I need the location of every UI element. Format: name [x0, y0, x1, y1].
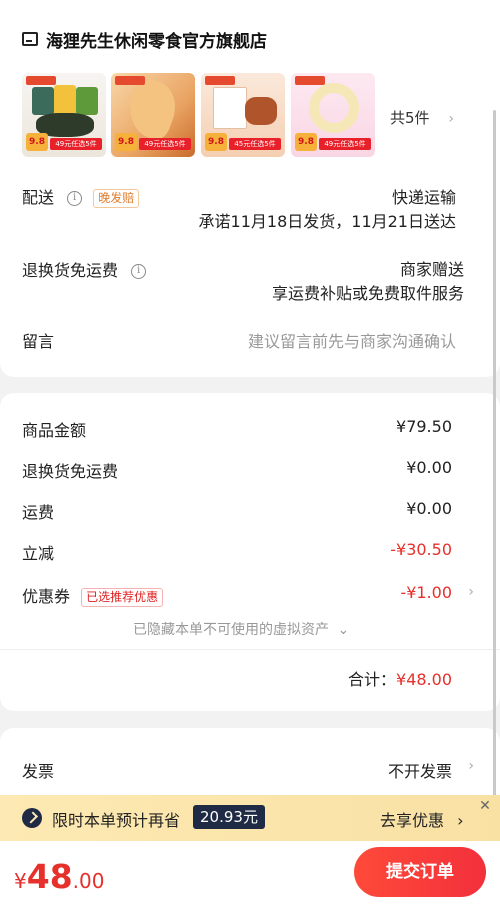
product-thumbnail[interactable]: 9.8 49元任选5件 — [22, 73, 106, 157]
shipping-label: 运费 — [22, 503, 55, 522]
submit-order-button[interactable]: 提交订单 — [354, 847, 486, 897]
goods-amount-value: ¥79.50 — [396, 417, 452, 436]
checkout-bar: ¥48.00 提交订单 — [0, 841, 500, 920]
price-badge: 9.8 — [205, 133, 227, 151]
coupon-value[interactable]: -¥1.00 — [400, 583, 452, 602]
product-count-link[interactable]: 共5件 › — [390, 107, 454, 128]
close-icon[interactable]: ✕ — [476, 797, 494, 815]
claim-offer-link[interactable]: 去享优惠 › — [380, 807, 464, 831]
delivery-row: 配送 i 晚发赔 — [22, 184, 140, 208]
divider — [0, 649, 500, 650]
product-thumbnail[interactable]: 9.8 49元任选5件 — [111, 73, 195, 157]
discount-label: 立减 — [22, 544, 55, 563]
savings-banner[interactable]: 限时本单预计再省 20.93元 去享优惠 › ✕ — [0, 795, 500, 841]
total-integer: 48 — [26, 857, 73, 896]
price-badge: 9.8 — [115, 133, 137, 151]
total-label: 合计： — [348, 670, 397, 689]
info-icon[interactable]: i — [67, 191, 83, 206]
late-compensation-tag: 晚发赔 — [93, 189, 140, 208]
return-shipping-label: 退换货免运费 — [22, 261, 119, 280]
brand-badge — [205, 76, 235, 85]
footer-total: ¥48.00 — [14, 857, 104, 896]
total-row: 合计：¥48.00 — [348, 666, 452, 690]
return-fee-label: 退换货免运费 — [22, 462, 119, 481]
promo-label: 49元任选5件 — [50, 138, 102, 150]
price-detail-card: 商品金额 ¥79.50 退换货免运费 ¥0.00 运费 ¥0.00 立减 -¥3… — [0, 393, 500, 711]
coupon-tag: 已选推荐优惠 — [81, 588, 164, 607]
return-fee-value: ¥0.00 — [406, 458, 452, 477]
total-decimal: .00 — [72, 869, 105, 893]
chevron-right-icon: › — [468, 758, 474, 774]
store-name: 海狸先生休闲零食官方旗舰店 — [46, 31, 267, 52]
goods-amount-label: 商品金额 — [22, 421, 87, 440]
invoice-label: 发票 — [22, 762, 55, 781]
delivery-method: 快递运输 — [391, 188, 456, 207]
chevron-right-icon: › — [457, 811, 464, 830]
info-icon[interactable]: i — [131, 264, 147, 279]
product-count-label: 共5件 — [390, 109, 430, 127]
return-shipping-value: 商家赠送 — [399, 260, 464, 279]
invoice-value: 不开发票 — [387, 762, 452, 781]
savings-amount: 20.93元 — [193, 805, 265, 829]
return-shipping-row: 退换货免运费 i — [22, 257, 147, 281]
chevron-down-icon: ⌄ — [337, 622, 350, 638]
shipping-value: ¥0.00 — [406, 499, 452, 518]
savings-icon — [22, 808, 42, 828]
claim-offer-label: 去享优惠 — [380, 811, 445, 830]
store-icon — [22, 32, 38, 46]
savings-text: 限时本单预计再省 — [52, 811, 181, 830]
coupon-row[interactable]: 优惠券 已选推荐优惠 — [22, 583, 164, 607]
promo-label: 45元任选5件 — [229, 138, 281, 150]
delivery-promise: 承诺11月18日发货，11月21日送达 — [198, 212, 456, 231]
promo-label: 49元任选5件 — [319, 138, 371, 150]
hidden-assets-text: 已隐藏本单不可使用的虚拟资产 — [133, 622, 329, 638]
hidden-assets-toggle[interactable]: 已隐藏本单不可使用的虚拟资产 ⌄ — [133, 619, 349, 639]
delivery-label: 配送 — [22, 188, 55, 207]
message-label: 留言 — [22, 332, 55, 351]
brand-badge — [115, 76, 145, 85]
currency-symbol: ¥ — [14, 869, 27, 893]
message-input[interactable]: 建议留言前先与商家沟通确认 — [248, 328, 456, 352]
coupon-label: 优惠券 — [22, 587, 71, 606]
return-shipping-detail: 享运费补贴或免费取件服务 — [271, 284, 464, 303]
brand-badge — [295, 76, 325, 85]
product-thumbnail[interactable]: 9.8 49元任选5件 — [291, 73, 375, 157]
store-header[interactable]: 海狸先生休闲零食官方旗舰店 — [22, 26, 267, 52]
price-badge: 9.8 — [295, 133, 317, 151]
promo-label: 49元任选5件 — [139, 138, 191, 150]
chevron-right-icon: › — [448, 111, 454, 127]
total-value: ¥48.00 — [396, 670, 452, 689]
product-thumbnail[interactable]: 9.8 45元任选5件 — [201, 73, 285, 157]
scrollbar[interactable] — [493, 110, 496, 800]
order-info-card: 海狸先生休闲零食官方旗舰店 9.8 49元任选5件 9.8 49元任选5件 9.… — [0, 0, 500, 377]
brand-badge — [26, 76, 56, 85]
chevron-right-icon[interactable]: › — [468, 584, 474, 600]
price-badge: 9.8 — [26, 133, 48, 151]
discount-value: -¥30.50 — [390, 540, 452, 559]
